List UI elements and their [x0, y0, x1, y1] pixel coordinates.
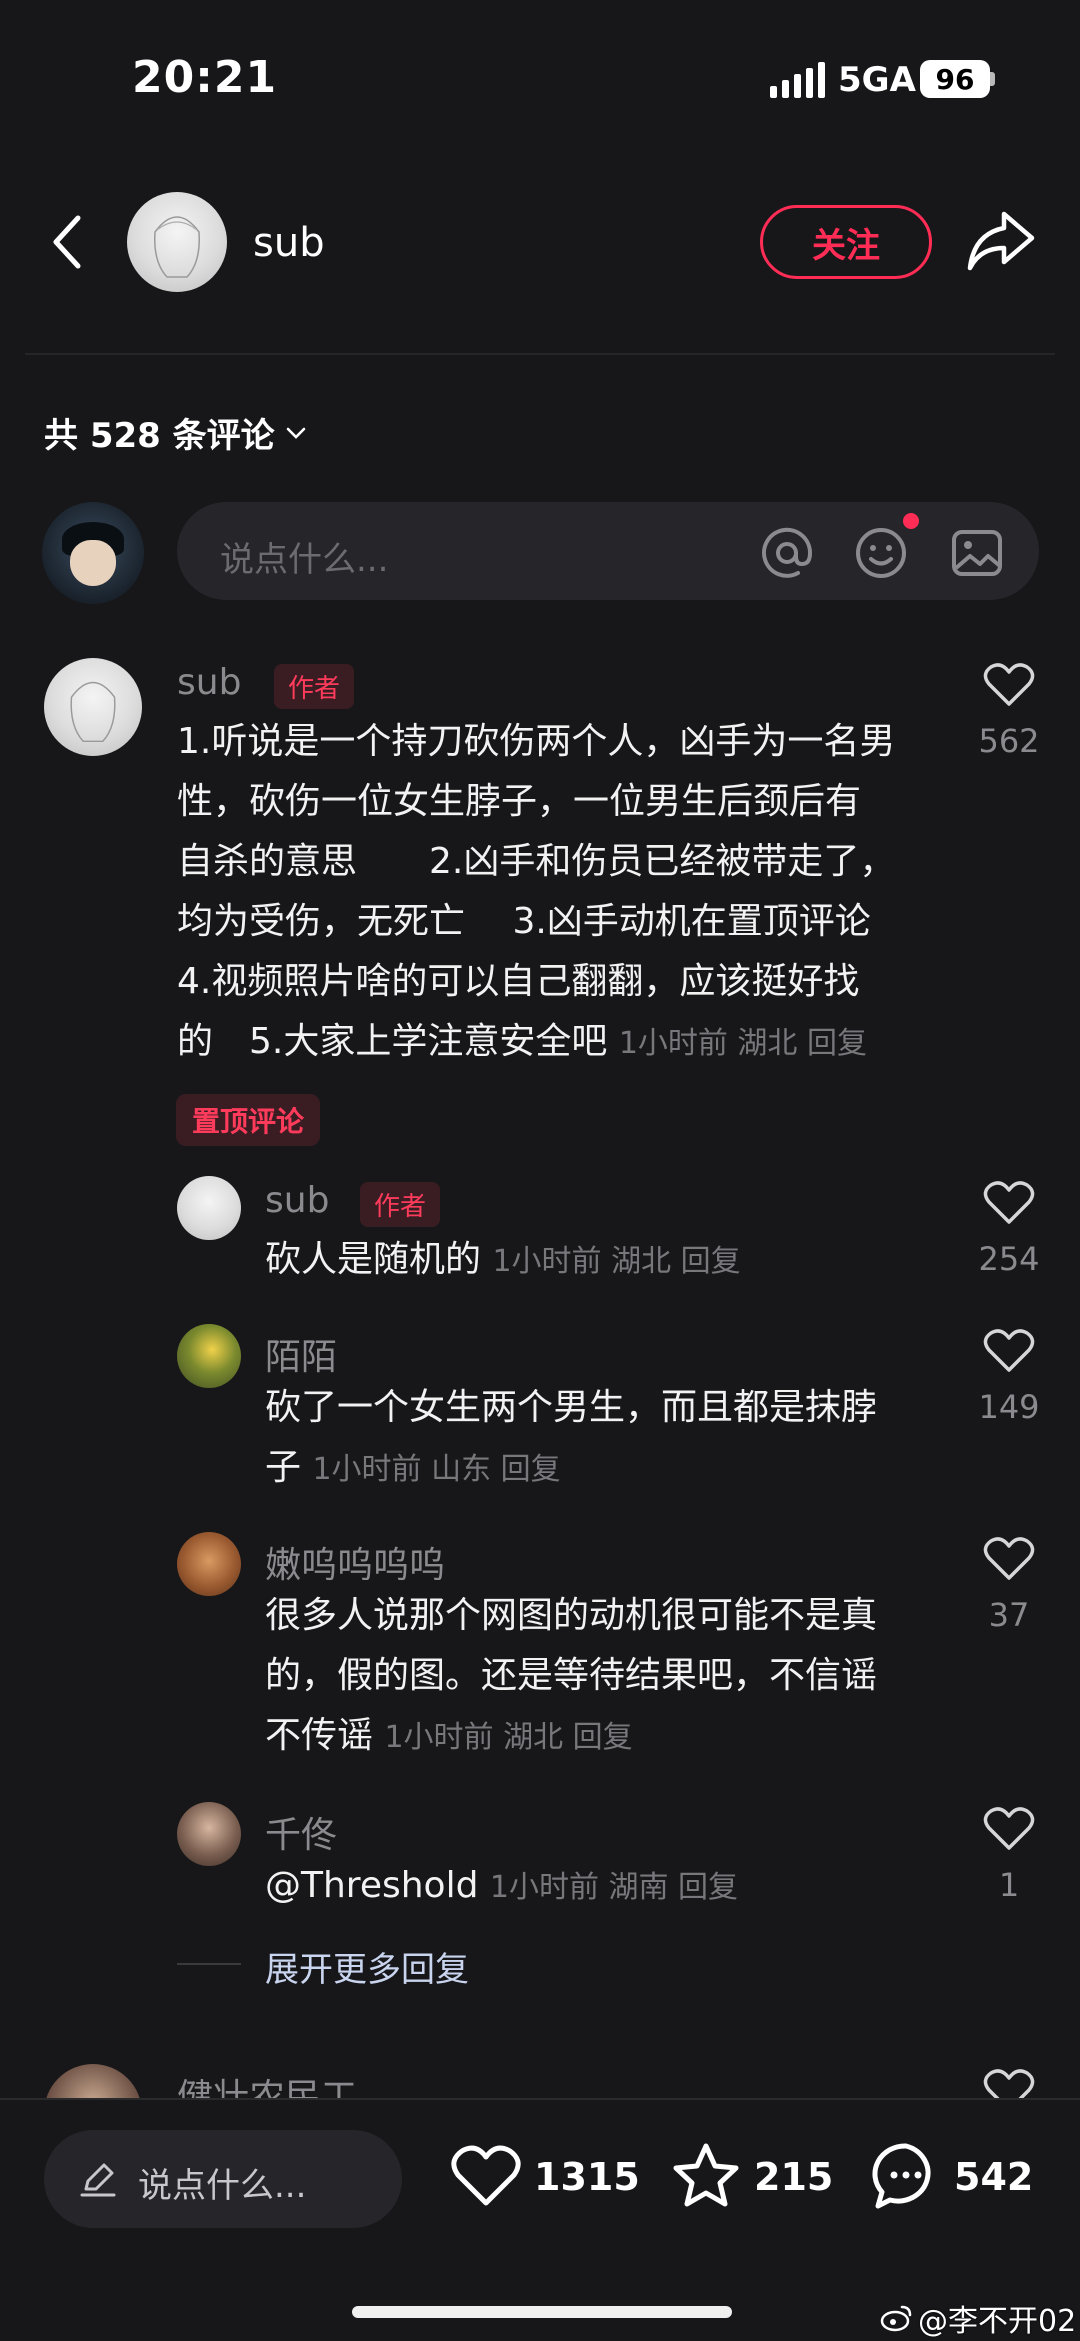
like-count: 37 [988, 1596, 1030, 1634]
post-comment-count: 542 [954, 2155, 1034, 2199]
like-heart-icon[interactable] [983, 1328, 1035, 1374]
watermark: @李不开02 [880, 2296, 1076, 2340]
image-icon[interactable] [950, 526, 1004, 580]
like-count: 149 [978, 1388, 1040, 1426]
like-count: 1 [998, 1866, 1020, 1904]
like-heart-icon[interactable] [983, 1806, 1035, 1852]
reply-author[interactable]: 千佟 [265, 1806, 337, 1858]
reply-meta[interactable]: 1小时前 山东 回复 [312, 1452, 560, 1487]
my-avatar[interactable] [42, 502, 144, 604]
pinned-badge: 置顶评论 [176, 1094, 321, 1146]
like-heart-icon[interactable] [983, 662, 1035, 708]
weibo-logo-icon [880, 2305, 912, 2332]
emoji-notification-dot [903, 513, 919, 529]
reply-author[interactable]: 陌陌 [265, 1328, 337, 1380]
home-indicator[interactable] [352, 2306, 732, 2318]
emoji-icon[interactable] [854, 526, 908, 580]
like-count: 254 [978, 1240, 1040, 1278]
chevron-down-icon [286, 427, 305, 439]
comment-avatar[interactable] [44, 658, 142, 756]
bottom-divider [0, 2098, 1080, 2100]
reply-author[interactable]: sub [265, 1180, 329, 1221]
reply-avatar[interactable] [177, 1176, 241, 1240]
reply-avatar[interactable] [177, 1324, 241, 1388]
header-divider [25, 353, 1055, 355]
reply-meta[interactable]: 1小时前 湖北 回复 [492, 1244, 740, 1279]
reply-author[interactable]: 嫩呜呜呜呜 [265, 1536, 445, 1588]
expand-divider [177, 1963, 241, 1965]
comment-meta[interactable]: 1小时前 湖北 回复 [619, 1026, 867, 1061]
battery-tip [990, 72, 995, 86]
back-icon[interactable] [48, 212, 88, 272]
reply-body: @Threshold 1小时前 湖南 回复 [265, 1865, 739, 1906]
comment-count-label: 共 528 条评论 [44, 416, 275, 456]
reply-body: 砍了一个女生两个男生，而且都是抹脖 子 1小时前 山东 回复 [265, 1387, 878, 1488]
author-avatar[interactable] [127, 192, 227, 292]
like-icon[interactable] [450, 2143, 522, 2209]
comment-body: 1.听说是一个持刀砍伤两个人，凶手为一名男 性，砍伤一位女生脖子，一位男生后颈后… [177, 721, 896, 1062]
reply-body: 很多人说那个网图的动机很可能不是真 的，假的图。还是等待结果吧，不信谣 不传谣 … [265, 1595, 878, 1756]
reply-avatar[interactable] [177, 1532, 241, 1596]
like-heart-icon[interactable] [983, 1536, 1035, 1582]
author-badge: 作者 [360, 1182, 441, 1227]
signal-icon [770, 62, 825, 98]
post-like-count: 1315 [534, 2155, 640, 2199]
reply-meta[interactable]: 1小时前 湖北 回复 [384, 1720, 632, 1755]
reply-body: 砍人是随机的 1小时前 湖北 回复 [265, 1239, 741, 1280]
status-time: 20:21 [132, 52, 278, 103]
comment-bubble-icon[interactable] [870, 2140, 942, 2212]
share-icon[interactable] [966, 208, 1036, 274]
follow-button[interactable]: 关注 [760, 205, 932, 279]
comment-author[interactable]: sub [177, 662, 241, 703]
network-label: 5GA [838, 60, 916, 100]
author-name[interactable]: sub [253, 220, 325, 266]
comment-input-placeholder: 说点什么... [220, 540, 389, 580]
at-mention-icon[interactable] [760, 526, 814, 580]
battery-icon: 96 [920, 60, 990, 98]
author-badge: 作者 [274, 664, 355, 709]
favorite-star-icon[interactable] [670, 2140, 742, 2212]
reply-avatar[interactable] [177, 1802, 241, 1866]
like-count: 562 [978, 722, 1040, 760]
pencil-icon [80, 2163, 116, 2197]
bottom-input-placeholder: 说点什么... [138, 2166, 307, 2206]
like-heart-icon[interactable] [983, 1180, 1035, 1226]
comment-count-dropdown[interactable]: 共 528 条评论 [44, 408, 307, 457]
post-favorite-count: 215 [754, 2155, 834, 2199]
reply-meta[interactable]: 1小时前 湖南 回复 [490, 1870, 738, 1905]
expand-replies-link[interactable]: 展开更多回复 [265, 1942, 469, 1991]
